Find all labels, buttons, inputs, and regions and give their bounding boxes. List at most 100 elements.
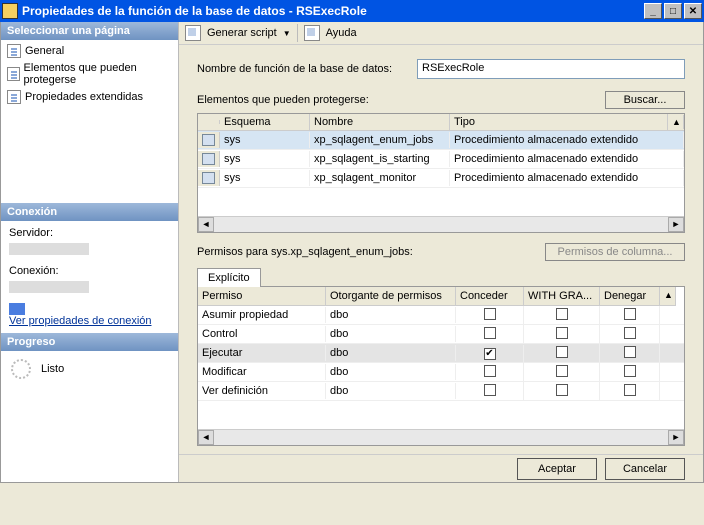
cell-grantor: dbo xyxy=(326,383,456,399)
page-label: Propiedades extendidas xyxy=(25,91,143,103)
cell-schema: sys xyxy=(220,170,310,186)
connection-label: Conexión: xyxy=(9,265,170,277)
scroll-right-icon[interactable]: ► xyxy=(668,217,684,232)
close-button[interactable]: ✕ xyxy=(684,3,702,19)
permissions-grid[interactable]: Permiso Otorgante de permisos Conceder W… xyxy=(197,286,685,446)
role-name-input[interactable]: RSExecRole xyxy=(417,59,685,79)
permissions-for-label: Permisos para sys.xp_sqlagent_enum_jobs: xyxy=(197,246,545,258)
connection-value xyxy=(9,281,89,293)
sidebar-page-item[interactable]: Propiedades extendidas xyxy=(1,88,178,106)
hscroll-track[interactable] xyxy=(214,217,668,232)
checkbox[interactable] xyxy=(624,346,636,358)
scroll-left-icon[interactable]: ◄ xyxy=(198,430,214,445)
cancel-button[interactable]: Cancelar xyxy=(605,458,685,480)
stored-proc-icon xyxy=(202,134,215,146)
scroll-left-icon[interactable]: ◄ xyxy=(198,217,214,232)
checkbox[interactable] xyxy=(484,365,496,377)
maximize-button[interactable]: □ xyxy=(664,3,682,19)
row-header-col xyxy=(198,120,220,124)
hscroll-track[interactable] xyxy=(214,430,668,445)
generate-script-button[interactable]: Generar script xyxy=(207,27,277,39)
scroll-up-icon[interactable]: ▲ xyxy=(668,115,684,129)
checkbox[interactable] xyxy=(556,365,568,377)
permission-row[interactable]: Asumir propiedaddbo xyxy=(198,306,684,325)
window-title: Propiedades de la función de la base de … xyxy=(22,4,644,18)
help-icon xyxy=(304,25,320,41)
script-icon xyxy=(185,25,201,41)
permission-row[interactable]: Modificardbo xyxy=(198,363,684,382)
tab-explicit[interactable]: Explícito xyxy=(197,268,261,287)
select-page-header: Seleccionar una página xyxy=(1,22,178,40)
column-permissions-button[interactable]: Permisos de columna... xyxy=(545,243,685,261)
ok-button[interactable]: Aceptar xyxy=(517,458,597,480)
checkbox[interactable] xyxy=(624,365,636,377)
cell-name: xp_sqlagent_is_starting xyxy=(310,151,450,167)
connection-header: Conexión xyxy=(1,203,178,221)
server-label: Servidor: xyxy=(9,227,170,239)
checkbox[interactable] xyxy=(484,308,496,320)
checkbox[interactable]: ✔ xyxy=(484,348,496,360)
page-label: Elementos que pueden protegerse xyxy=(24,62,172,86)
permission-row[interactable]: Ver definicióndbo xyxy=(198,382,684,401)
scroll-right-icon[interactable]: ► xyxy=(668,430,684,445)
cell-type: Procedimiento almacenado extendido xyxy=(450,132,684,148)
server-value xyxy=(9,243,89,255)
cell-grantor: dbo xyxy=(326,326,456,342)
view-connection-props-link[interactable]: Ver propiedades de conexión xyxy=(9,315,152,327)
page-label: General xyxy=(25,45,64,57)
window-icon xyxy=(2,3,18,19)
checkbox[interactable] xyxy=(556,384,568,396)
cell-permission: Modificar xyxy=(198,364,326,380)
minimize-button[interactable]: _ xyxy=(644,3,662,19)
title-bar: Propiedades de la función de la base de … xyxy=(0,0,704,22)
cell-permission: Control xyxy=(198,326,326,342)
col-grantor[interactable]: Otorgante de permisos xyxy=(326,287,456,306)
cell-grantor: dbo xyxy=(326,307,456,323)
col-type[interactable]: Tipo xyxy=(450,114,668,130)
checkbox[interactable] xyxy=(556,327,568,339)
checkbox[interactable] xyxy=(624,327,636,339)
checkbox[interactable] xyxy=(484,327,496,339)
col-name[interactable]: Nombre xyxy=(310,114,450,130)
scroll-up-icon[interactable]: ▲ xyxy=(660,287,676,306)
permission-row[interactable]: Controldbo xyxy=(198,325,684,344)
cell-type: Procedimiento almacenado extendido xyxy=(450,151,684,167)
stored-proc-icon xyxy=(202,153,215,165)
cell-schema: sys xyxy=(220,132,310,148)
cell-schema: sys xyxy=(220,151,310,167)
col-schema[interactable]: Esquema xyxy=(220,114,310,130)
securables-grid[interactable]: Esquema Nombre Tipo ▲ sysxp_sqlagent_enu… xyxy=(197,113,685,233)
cell-permission: Ejecutar xyxy=(198,345,326,361)
progress-spinner-icon xyxy=(11,359,31,379)
securable-row[interactable]: sysxp_sqlagent_is_startingProcedimiento … xyxy=(198,150,684,169)
securable-row[interactable]: sysxp_sqlagent_enum_jobsProcedimiento al… xyxy=(198,131,684,150)
col-with-grant[interactable]: WITH GRA... xyxy=(524,287,600,306)
search-button[interactable]: Buscar... xyxy=(605,91,685,109)
checkbox[interactable] xyxy=(624,384,636,396)
role-name-label: Nombre de función de la base de datos: xyxy=(197,63,407,75)
cell-permission: Asumir propiedad xyxy=(198,307,326,323)
checkbox[interactable] xyxy=(556,308,568,320)
securable-row[interactable]: sysxp_sqlagent_monitorProcedimiento alma… xyxy=(198,169,684,188)
checkbox[interactable] xyxy=(484,384,496,396)
checkbox[interactable] xyxy=(624,308,636,320)
cell-type: Procedimiento almacenado extendido xyxy=(450,170,684,186)
page-icon xyxy=(7,67,20,81)
progress-status: Listo xyxy=(41,363,64,375)
cell-permission: Ver definición xyxy=(198,383,326,399)
help-button[interactable]: Ayuda xyxy=(326,27,357,39)
col-permission[interactable]: Permiso xyxy=(198,287,326,306)
checkbox[interactable] xyxy=(556,346,568,358)
col-grant[interactable]: Conceder xyxy=(456,287,524,306)
progress-header: Progreso xyxy=(1,333,178,351)
sidebar-page-item[interactable]: Elementos que pueden protegerse xyxy=(1,60,178,88)
securables-label: Elementos que pueden protegerse: xyxy=(197,94,605,106)
sidebar-page-item[interactable]: General xyxy=(1,42,178,60)
cell-grantor: dbo xyxy=(326,364,456,380)
connection-props-icon xyxy=(9,303,25,315)
page-icon xyxy=(7,90,21,104)
col-deny[interactable]: Denegar xyxy=(600,287,660,306)
script-dropdown-icon[interactable]: ▼ xyxy=(283,29,291,38)
permission-row[interactable]: Ejecutardbo ✔ xyxy=(198,344,684,363)
cell-grantor: dbo xyxy=(326,345,456,361)
